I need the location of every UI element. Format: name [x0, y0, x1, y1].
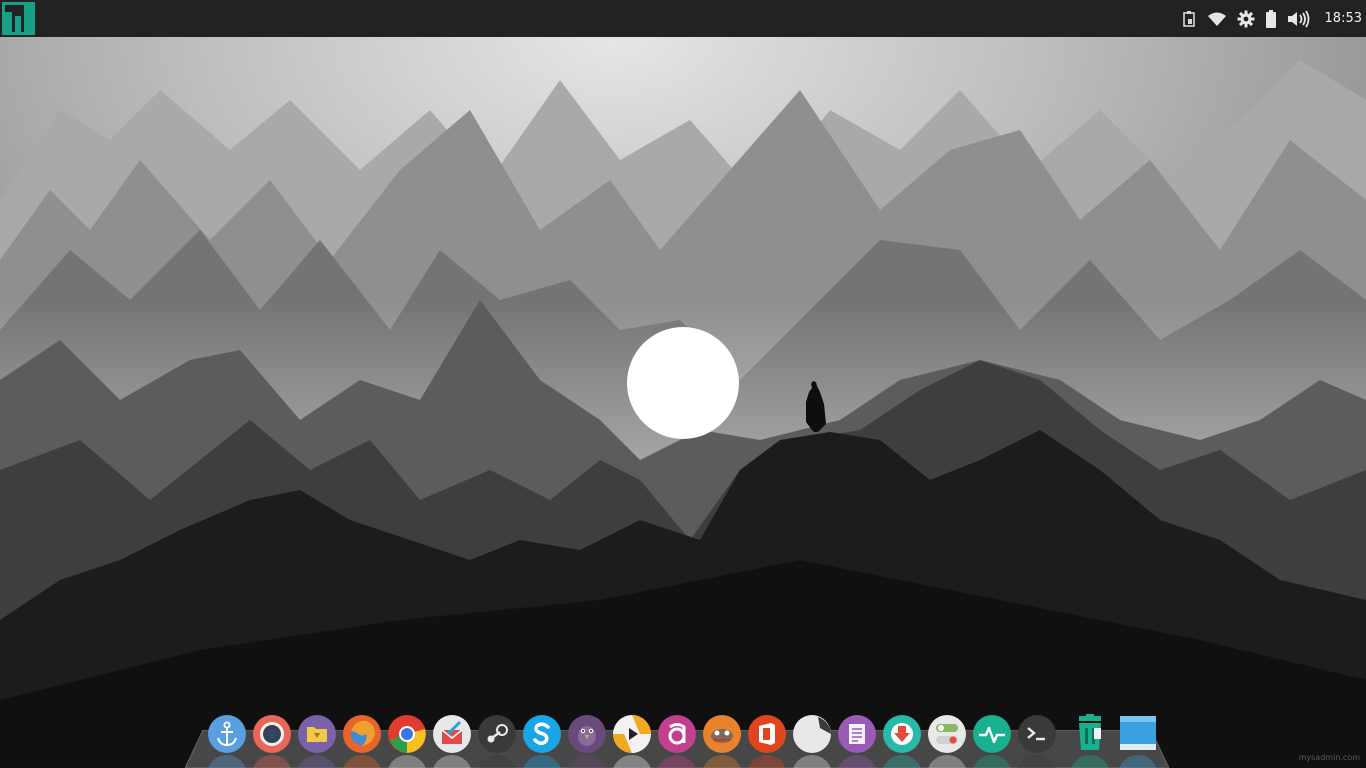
- settings-gear-icon[interactable]: [1237, 0, 1255, 37]
- dock-item-file-manager[interactable]: [297, 714, 337, 754]
- dock-item-system-monitor[interactable]: [972, 714, 1012, 754]
- show-desktop-icon: [1120, 716, 1156, 750]
- skype-icon: [523, 715, 561, 753]
- watermark-text: mysadmin.com: [1298, 753, 1360, 762]
- dock-item-gimp[interactable]: [702, 714, 742, 754]
- chrome-icon: [388, 715, 426, 753]
- dock-item-mail[interactable]: [432, 714, 472, 754]
- system-monitor-icon: [973, 715, 1011, 753]
- battery-icon[interactable]: [1265, 0, 1277, 37]
- manjaro-logo-icon: [2, 2, 35, 35]
- application-menu-button[interactable]: [2, 2, 35, 35]
- dock-item-firefox[interactable]: [342, 714, 382, 754]
- dock-item-terminal[interactable]: [1017, 714, 1057, 754]
- anchor-app-icon: [208, 715, 246, 753]
- dock-item-skype[interactable]: [522, 714, 562, 754]
- desktop: 18:53 mysadmin.com: [0, 0, 1366, 768]
- wifi-icon[interactable]: [1207, 0, 1227, 37]
- pidgin-icon: [568, 715, 606, 753]
- software-update-icon: [883, 715, 921, 753]
- system-tray: 18:53: [1181, 0, 1362, 37]
- desktop-wallpaper: [0, 0, 1366, 768]
- clipboard-icon[interactable]: [1181, 0, 1197, 37]
- top-panel: 18:53: [0, 0, 1366, 37]
- dock-item-office[interactable]: [747, 714, 787, 754]
- dock-item-software-update[interactable]: [882, 714, 922, 754]
- dock-item-text-editor[interactable]: [837, 714, 877, 754]
- dock-item-show-desktop[interactable]: [1118, 714, 1158, 754]
- dock-item-steam[interactable]: [477, 714, 517, 754]
- dock-item-pidgin[interactable]: [567, 714, 607, 754]
- file-manager-icon: [298, 715, 336, 753]
- app-store-icon: [658, 715, 696, 753]
- media-player-icon: [613, 715, 651, 753]
- dock-item-media-player[interactable]: [612, 714, 652, 754]
- gimp-icon: [703, 715, 741, 753]
- trash-icon: [1079, 714, 1101, 750]
- steam-icon: [478, 715, 516, 753]
- mail-app-icon: [433, 715, 471, 753]
- firefox-icon: [343, 715, 381, 753]
- dock-item-anchor[interactable]: [207, 714, 247, 754]
- notes-app-icon: [793, 715, 831, 753]
- office-icon: [748, 715, 786, 753]
- panel-clock[interactable]: 18:53: [1325, 11, 1362, 26]
- settings-toggle-icon: [928, 715, 966, 753]
- dock-item-screenshot[interactable]: [252, 714, 292, 754]
- dock-item-notes[interactable]: [792, 714, 832, 754]
- dock-item-app-store[interactable]: [657, 714, 697, 754]
- dock-item-settings-toggle[interactable]: [927, 714, 967, 754]
- dock-item-chrome[interactable]: [387, 714, 427, 754]
- terminal-icon: [1018, 715, 1056, 753]
- dock-item-trash[interactable]: [1070, 714, 1110, 754]
- text-editor-icon: [838, 715, 876, 753]
- volume-icon[interactable]: [1287, 0, 1311, 37]
- screenshot-app-icon: [253, 715, 291, 753]
